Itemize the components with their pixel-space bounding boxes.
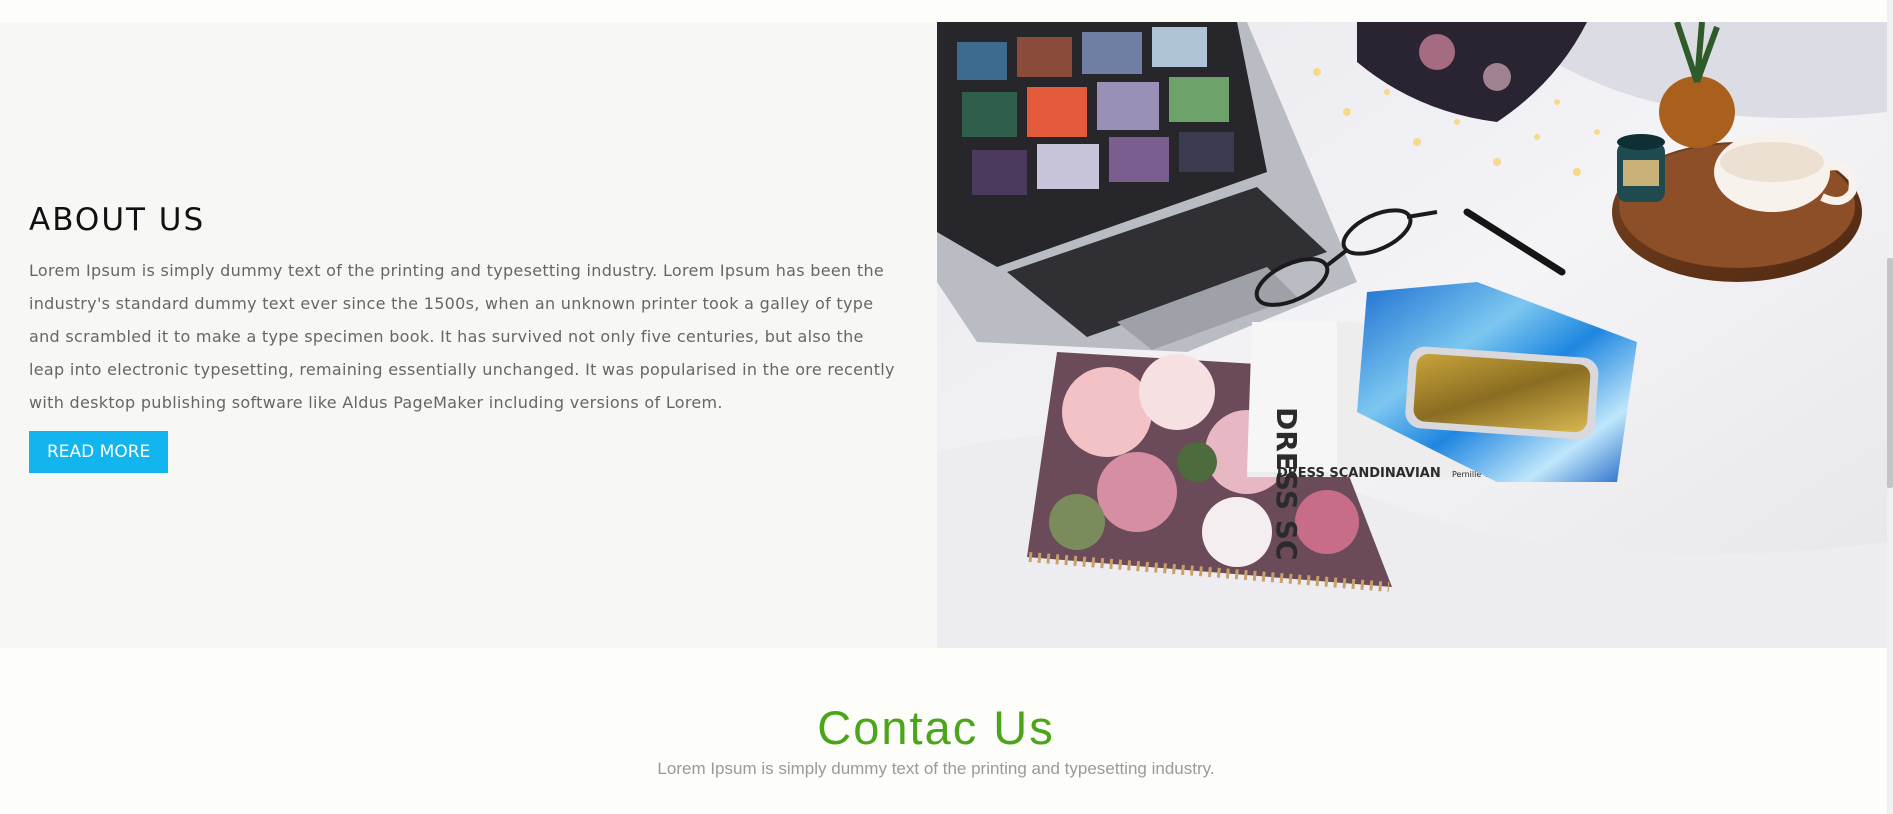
pillow-pattern [1419,34,1455,70]
contact-title: Contac Us [817,701,1055,754]
book-cover-title: DRESS SCANDINAVIAN [1277,466,1441,481]
scrollbar-thumb[interactable] [1887,258,1893,488]
book-spine-text: DRESS SC [1270,407,1303,560]
about-photo-illustration: DRESS SC DRESS SCANDINAVIAN Pernille Tei… [937,22,1887,648]
about-photo: DRESS SC DRESS SCANDINAVIAN Pernille Tei… [937,22,1887,648]
about-text-panel: ABOUT US Lorem Ipsum is simply dummy tex… [0,22,937,648]
contact-section: Contac Us Lorem Ipsum is simply dummy te… [0,700,1872,779]
phone [1405,346,1599,440]
read-more-button[interactable]: READ MORE [29,431,169,473]
page-scrollbar[interactable] [1887,0,1893,814]
contact-subtitle: Lorem Ipsum is simply dummy text of the … [657,759,1215,778]
page: ABOUT US Lorem Ipsum is simply dummy tex… [0,0,1893,814]
about-title: ABOUT US [29,202,206,238]
pillow-pattern [1483,63,1511,91]
about-body-text: Lorem Ipsum is simply dummy text of the … [29,261,895,412]
about-section: ABOUT US Lorem Ipsum is simply dummy tex… [0,22,1887,648]
